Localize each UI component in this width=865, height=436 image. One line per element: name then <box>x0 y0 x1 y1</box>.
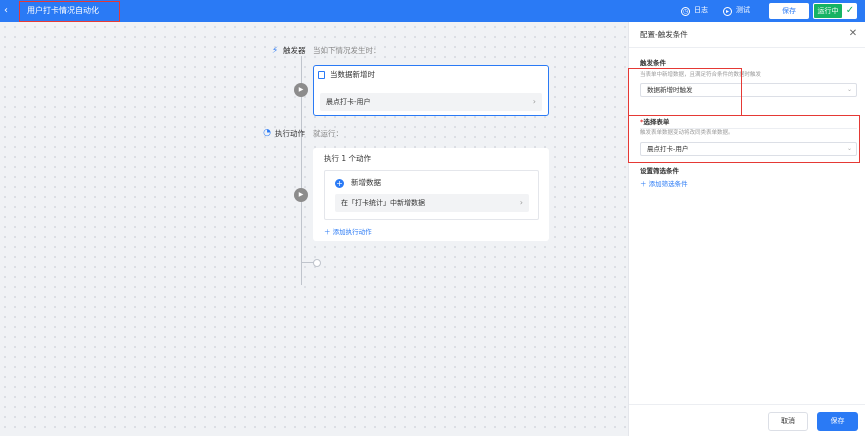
trigger-form-value: 晨点打卡-用户 <box>326 98 371 106</box>
header-save-button[interactable]: 保存 <box>769 3 809 19</box>
play-circle-icon: ▸ <box>723 7 732 16</box>
play-icon[interactable]: ▶ <box>294 83 308 97</box>
footer-divider <box>629 404 865 405</box>
action-condition-text: 就运行： <box>313 129 343 138</box>
trigger-label: 触发器 <box>283 46 306 55</box>
add-action-label: 添加执行动作 <box>332 228 372 236</box>
action-item-title: 新增数据 <box>351 178 381 187</box>
add-filter-label: 添加筛选条件 <box>648 180 688 188</box>
test-link[interactable]: ▸ 测试 <box>723 5 750 16</box>
chevron-right-icon: › <box>532 97 536 106</box>
chevron-down-icon: ⌄ <box>846 86 852 93</box>
play-icon[interactable]: ▶ <box>294 188 308 202</box>
plus-icon: ＋ <box>640 180 649 188</box>
add-filter-link[interactable]: ＋ 添加筛选条件 <box>640 179 688 189</box>
add-data-icon: + <box>335 179 344 188</box>
status-badge: 运行中 <box>814 4 842 18</box>
log-link[interactable]: ◷ 日志 <box>681 5 708 16</box>
panel-title: 配置-触发条件 <box>640 30 688 39</box>
trigger-card[interactable]: 当数据新增时 晨点打卡-用户 › <box>313 65 549 116</box>
back-chevron-icon[interactable]: ‹ <box>4 4 14 18</box>
trigger-condition-title: 触发条件 <box>640 59 666 67</box>
action-target-row[interactable]: 在「打卡统计」中新增数据 › <box>335 194 529 212</box>
filter-title: 设置筛选条件 <box>640 167 679 175</box>
add-action-link[interactable]: ＋ 添加执行动作 <box>324 227 372 237</box>
save-button[interactable]: 保存 <box>817 412 858 431</box>
cancel-button[interactable]: 取消 <box>768 412 808 431</box>
action-icon: ◔ <box>263 128 271 138</box>
test-label: 测试 <box>736 6 750 14</box>
panel-divider <box>629 47 865 48</box>
action-target-value: 在「打卡统计」中新增数据 <box>341 199 425 207</box>
trigger-icon: ⚡ <box>271 46 279 56</box>
chevron-right-icon: › <box>519 198 523 207</box>
close-icon[interactable]: ✕ <box>847 27 859 41</box>
log-label: 日志 <box>694 6 708 14</box>
check-icon: ✓ <box>845 5 855 16</box>
select-form-highlight-box <box>628 115 860 163</box>
action-item-card[interactable]: + 新增数据 在「打卡统计」中新增数据 › <box>324 170 539 220</box>
flow-canvas[interactable]: ⚡ 触发器 当如下情况发生时： ▶ 当数据新增时 晨点打卡-用户 › ◔ 执行动… <box>0 22 628 436</box>
trigger-condition-text: 当如下情况发生时： <box>313 46 381 55</box>
action-label: 执行动作 <box>275 129 305 138</box>
trigger-form-row[interactable]: 晨点打卡-用户 › <box>320 93 542 111</box>
action-card-title: 执行 1 个动作 <box>324 154 372 163</box>
trigger-card-title: 当数据新增时 <box>330 70 375 79</box>
top-bar: ‹ 用户打卡情况自动化 ◷ 日志 ▸ 测试 保存 运行中 ✓ <box>0 0 865 22</box>
plus-icon: ＋ <box>324 228 333 236</box>
clock-icon: ◷ <box>681 7 690 16</box>
status-toggle[interactable]: 运行中 ✓ <box>813 3 857 19</box>
form-icon <box>318 71 325 79</box>
flow-end-node <box>313 259 321 267</box>
action-card[interactable]: 执行 1 个动作 + 新增数据 在「打卡统计」中新增数据 › ＋ 添加执行动作 <box>313 148 549 241</box>
page-title: 用户打卡情况自动化 <box>27 6 99 15</box>
trigger-condition-highlight-box <box>628 68 742 116</box>
